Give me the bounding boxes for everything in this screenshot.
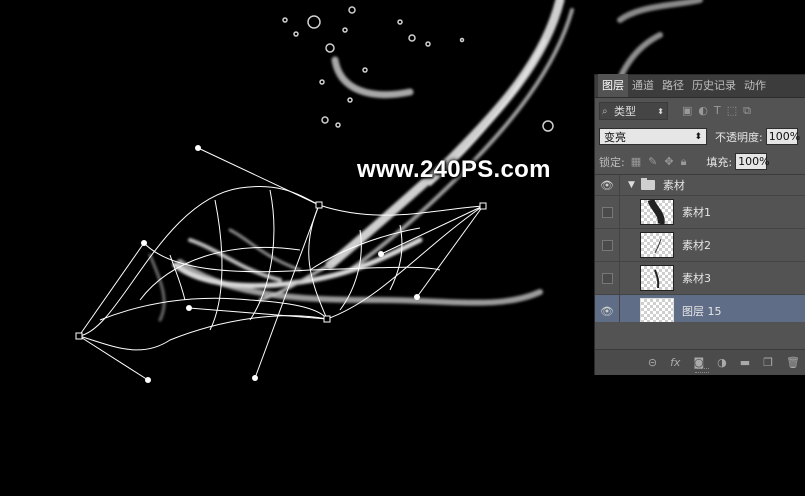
lock-all-icon[interactable]: 🔒︎ xyxy=(681,155,687,169)
folder-icon xyxy=(640,178,655,190)
layer-name: 素材2 xyxy=(682,239,711,252)
visibility-toggle[interactable] xyxy=(595,229,620,261)
warp-anchor-points[interactable] xyxy=(75,201,487,340)
layer-row[interactable]: 素材3 xyxy=(595,262,805,295)
filter-row: ⌕ 类型 ⬍ ▣ ◐ T ⬚ ⧉ xyxy=(595,98,805,124)
layer-name: 图层 15 xyxy=(682,305,722,318)
lock-row: 锁定: ▦ ✎ ✥ 🔒︎ 填充: 100% xyxy=(595,149,805,175)
tab-channels[interactable]: 通道 xyxy=(628,74,658,97)
tab-actions[interactable]: 动作 xyxy=(740,74,770,97)
adjustment-filter-icon[interactable]: ◐ xyxy=(698,104,708,118)
opacity-label: 不透明度: xyxy=(715,130,763,144)
tab-history[interactable]: 历史记录 xyxy=(688,74,740,97)
panel-tabs: 图层 通道 路径 历史记录 动作 xyxy=(595,74,805,98)
chevron-down-icon: ⬍ xyxy=(657,106,664,116)
shape-filter-icon[interactable]: ⬚ xyxy=(727,104,737,118)
layer-thumbnail xyxy=(640,199,674,225)
lock-paint-icon[interactable]: ✎ xyxy=(648,155,657,169)
panel-bottom-bar: ⊝ fx ◙ ◑ ▬ ❐ 🗑︎ xyxy=(595,349,805,375)
smart-object-filter-icon[interactable]: ⧉ xyxy=(743,104,751,118)
fx-icon[interactable]: fx xyxy=(670,356,680,369)
eye-icon[interactable]: 👁︎ xyxy=(595,175,620,195)
lock-label: 锁定: xyxy=(599,155,625,169)
search-icon: ⌕ xyxy=(602,105,608,117)
expand-arrow-icon[interactable]: ▼ xyxy=(628,180,635,190)
lock-transparency-icon[interactable]: ▦ xyxy=(631,155,641,169)
watermark-text: www.240PS.com xyxy=(357,156,551,183)
image-filter-icon[interactable]: ▣ xyxy=(682,104,692,118)
layer-thumbnail xyxy=(640,298,674,322)
visibility-toggle[interactable] xyxy=(595,262,620,294)
layers-panel: 图层 通道 路径 历史记录 动作 ⌕ 类型 ⬍ ▣ ◐ T ⬚ ⧉ 变亮 ⬍ 不… xyxy=(594,74,805,375)
eye-icon[interactable]: 👁︎ xyxy=(595,295,620,322)
group-name: 素材 xyxy=(662,179,685,192)
new-group-icon[interactable]: ▬ xyxy=(740,356,750,369)
layer-group-row[interactable]: 👁︎ ▼ 素材 xyxy=(595,175,805,196)
filter-kind-label: 类型 xyxy=(614,105,636,118)
lock-position-icon[interactable]: ✥ xyxy=(664,155,673,169)
fill-label: 填充: xyxy=(706,155,733,169)
layer-row-selected[interactable]: 👁︎ 图层 15 xyxy=(595,295,805,322)
layer-row[interactable]: 素材2 xyxy=(595,229,805,262)
filter-icons: ▣ ◐ T ⬚ ⧉ xyxy=(682,104,751,118)
water-droplets xyxy=(282,6,554,132)
tab-layers[interactable]: 图层 xyxy=(598,74,628,97)
layers-list: 👁︎ ▼ 素材 素材1 素材2 素材3 👁︎ 图层 15 xyxy=(595,175,805,322)
blend-row: 变亮 ⬍ 不透明度: 100% xyxy=(595,124,805,149)
resize-grip[interactable] xyxy=(695,368,709,373)
layer-thumbnail xyxy=(640,232,674,258)
filter-kind-select[interactable]: ⌕ 类型 ⬍ xyxy=(599,102,668,120)
adjustment-icon[interactable]: ◑ xyxy=(717,356,727,369)
link-icon[interactable]: ⊝ xyxy=(648,356,657,369)
tab-paths[interactable]: 路径 xyxy=(658,74,688,97)
fill-field[interactable]: 100% xyxy=(735,153,770,170)
blend-mode-select[interactable]: 变亮 ⬍ xyxy=(599,128,707,145)
layer-name: 素材1 xyxy=(682,206,711,219)
layer-thumbnail xyxy=(640,265,674,291)
blend-mode-value: 变亮 xyxy=(604,130,626,144)
type-filter-icon[interactable]: T xyxy=(714,104,721,118)
visibility-toggle[interactable] xyxy=(595,196,620,228)
new-layer-icon[interactable]: ❐ xyxy=(763,356,773,369)
layer-name: 素材3 xyxy=(682,272,711,285)
chevron-updown-icon: ⬍ xyxy=(694,131,702,142)
opacity-field[interactable]: 100% xyxy=(765,128,800,145)
lock-icons: ▦ ✎ ✥ 🔒︎ xyxy=(631,155,687,169)
trash-icon[interactable]: 🗑︎ xyxy=(786,356,800,369)
layer-row[interactable]: 素材1 xyxy=(595,196,805,229)
